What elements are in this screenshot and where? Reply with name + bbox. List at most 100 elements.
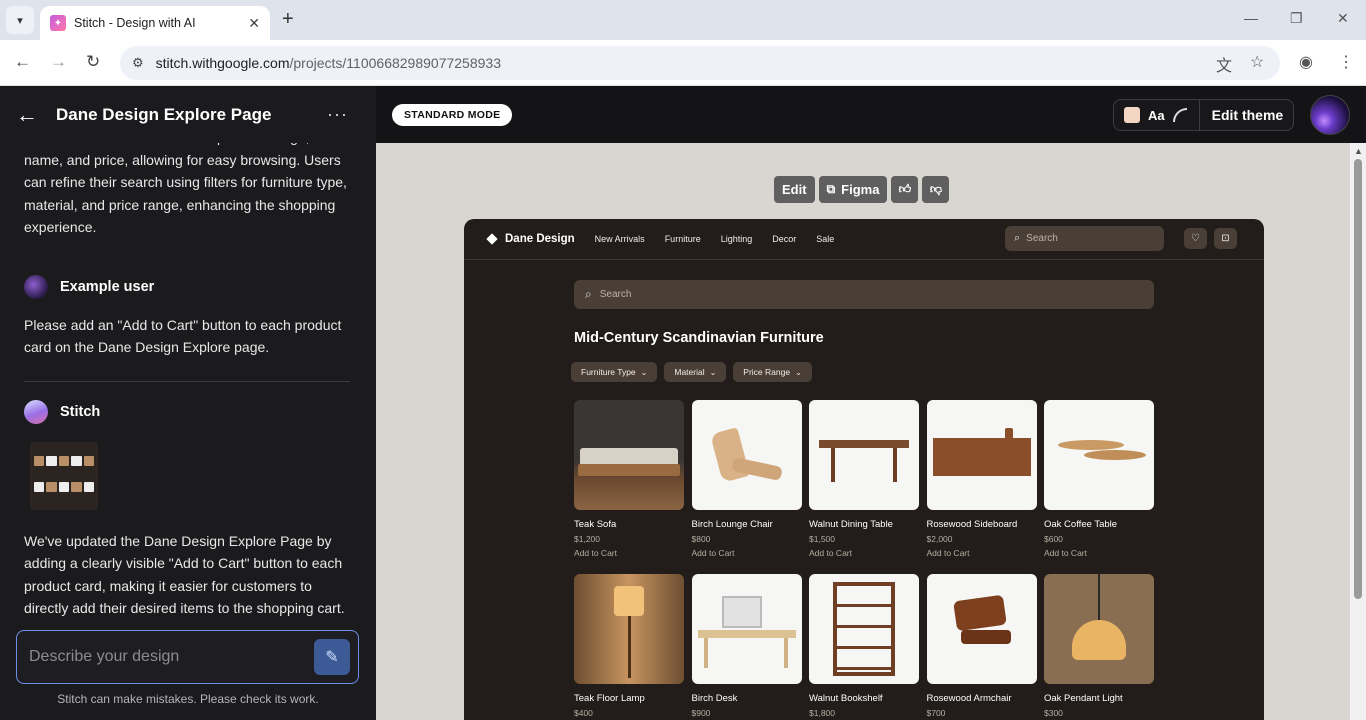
menu-kebab-icon[interactable]: ⋮ bbox=[1338, 52, 1354, 72]
heart-icon[interactable]: ♡ bbox=[1184, 228, 1207, 249]
nav-lighting[interactable]: Lighting bbox=[721, 234, 753, 244]
user-header: Example user bbox=[24, 274, 354, 299]
restore-icon[interactable]: ❐ bbox=[1290, 10, 1303, 27]
account-avatar[interactable] bbox=[1310, 95, 1350, 135]
product-image-rosewood-sideboard[interactable] bbox=[926, 400, 1037, 510]
product-image-walnut-bookshelf[interactable] bbox=[809, 574, 919, 684]
workspace-topbar: STANDARD MODE Aa Edit theme bbox=[376, 86, 1366, 143]
add-to-cart-button[interactable]: Add to Cart bbox=[574, 548, 684, 558]
color-swatch[interactable] bbox=[1124, 107, 1140, 123]
canvas-scrollbar[interactable]: ▲ bbox=[1350, 143, 1366, 720]
nav-furniture[interactable]: Furniture bbox=[665, 234, 701, 244]
figma-label: Figma bbox=[841, 182, 880, 197]
bot-header: Stitch bbox=[24, 399, 354, 424]
nav-decor[interactable]: Decor bbox=[772, 234, 796, 244]
product-card[interactable]: Teak Sofa $1,200 Add to Cart bbox=[574, 400, 684, 562]
tab-search-button[interactable]: ▾ bbox=[6, 6, 34, 34]
chat-panel: item is showcased with a clear product i… bbox=[0, 86, 376, 720]
url-text: stitch.withgoogle.com/projects/110066829… bbox=[155, 55, 501, 71]
product-image-birch-desk[interactable] bbox=[691, 574, 802, 684]
filter-material[interactable]: Material ⌄ bbox=[664, 362, 727, 382]
product-price: $1,200 bbox=[574, 534, 600, 544]
prompt-input[interactable]: Describe your design ✎ bbox=[16, 630, 359, 684]
product-image-oak-coffee-table[interactable] bbox=[1044, 400, 1154, 510]
product-card[interactable]: Oak Pendant Light $300 bbox=[1044, 574, 1154, 720]
design-thumbnail[interactable] bbox=[30, 441, 98, 510]
add-to-cart-button[interactable]: Add to Cart bbox=[927, 548, 1037, 558]
nav-search-input[interactable]: ⌕ Search bbox=[1005, 226, 1164, 251]
product-price: $2,000 bbox=[926, 534, 953, 544]
brand-name: Dane Design bbox=[505, 233, 575, 245]
close-tab-icon[interactable]: ✕ bbox=[248, 15, 260, 32]
back-arrow-icon[interactable]: ← bbox=[16, 102, 40, 128]
thumbs-down-icon[interactable]: 👎︎ bbox=[922, 176, 950, 203]
window-close-icon[interactable]: ✕ bbox=[1337, 10, 1349, 27]
back-icon[interactable]: ← bbox=[14, 52, 31, 72]
tab-title: Stitch - Design with AI bbox=[74, 16, 196, 30]
add-to-cart-button[interactable]: Add to Cart bbox=[809, 548, 919, 558]
translate-icon[interactable]: 文 bbox=[1216, 52, 1232, 76]
edit-theme-button[interactable]: Edit theme bbox=[1212, 107, 1284, 123]
product-name: Walnut Bookshelf bbox=[809, 693, 883, 704]
mode-badge[interactable]: STANDARD MODE bbox=[392, 104, 513, 126]
product-image-teak-sofa[interactable] bbox=[574, 400, 684, 510]
more-options-icon[interactable]: ··· bbox=[327, 104, 348, 125]
main-search-input[interactable]: ⌕ Search bbox=[574, 280, 1154, 309]
user-avatar bbox=[24, 274, 48, 299]
product-card[interactable]: Rosewood Sideboard $2,000 Add to Cart bbox=[926, 400, 1037, 562]
logo-icon bbox=[486, 233, 498, 245]
thumbs-up-icon[interactable]: 👍︎ bbox=[891, 176, 919, 203]
product-card[interactable]: Walnut Bookshelf $1,800 bbox=[809, 574, 919, 720]
font-icon[interactable]: Aa bbox=[1148, 108, 1165, 123]
reload-icon[interactable]: ↻ bbox=[86, 52, 100, 72]
profile-icon[interactable]: ◉ bbox=[1299, 52, 1313, 72]
browser-tab-bar: ▾ ✦ Stitch - Design with AI ✕ + — ❐ ✕ bbox=[0, 0, 1366, 40]
design-canvas[interactable]: Edit ⧉ Figma 👍︎ 👎︎ Dane Design New Arriva… bbox=[376, 143, 1350, 720]
product-name: Oak Coffee Table bbox=[1044, 519, 1118, 530]
canvas-toolbar: Edit ⧉ Figma 👍︎ 👎︎ bbox=[774, 176, 950, 203]
cart-icon[interactable]: ⊡ bbox=[1214, 228, 1237, 249]
product-image-oak-pendant-light[interactable] bbox=[1044, 574, 1154, 684]
chevron-down-icon: ⌄ bbox=[709, 367, 717, 377]
product-card[interactable]: Teak Floor Lamp $400 bbox=[574, 574, 684, 720]
site-brand[interactable]: Dane Design bbox=[486, 233, 575, 245]
new-tab-button[interactable]: + bbox=[282, 8, 294, 31]
add-to-cart-button[interactable]: Add to Cart bbox=[692, 548, 802, 558]
generate-wand-icon[interactable]: ✎ bbox=[314, 639, 350, 675]
scrollbar-thumb[interactable] bbox=[1354, 159, 1362, 599]
forward-icon[interactable]: → bbox=[50, 52, 67, 72]
design-preview: Dane Design New Arrivals Furniture Light… bbox=[464, 219, 1264, 720]
nav-new-arrivals[interactable]: New Arrivals bbox=[595, 234, 645, 244]
product-card[interactable]: Birch Lounge Chair $800 Add to Cart bbox=[691, 400, 802, 562]
site-info-icon[interactable]: ⚙ bbox=[132, 55, 144, 71]
product-image-birch-lounge-chair[interactable] bbox=[691, 400, 802, 510]
radius-icon[interactable] bbox=[1172, 108, 1187, 122]
bookmark-star-icon[interactable]: ☆ bbox=[1250, 52, 1264, 72]
edit-button[interactable]: Edit bbox=[774, 176, 815, 203]
product-name: Birch Desk bbox=[691, 693, 738, 704]
product-name: Rosewood Sideboard bbox=[926, 519, 1018, 530]
product-price: $600 bbox=[1044, 534, 1063, 544]
product-card[interactable]: Oak Coffee Table $600 Add to Cart bbox=[1044, 400, 1154, 562]
product-image-rosewood-armchair[interactable] bbox=[926, 574, 1037, 684]
product-price: $700 bbox=[926, 708, 946, 718]
product-image-teak-floor-lamp[interactable] bbox=[574, 574, 684, 684]
figma-button[interactable]: ⧉ Figma bbox=[818, 176, 888, 203]
nav-sale[interactable]: Sale bbox=[816, 234, 834, 244]
omnibox[interactable]: ⚙ stitch.withgoogle.com/projects/1100668… bbox=[120, 46, 1280, 80]
add-to-cart-button[interactable]: Add to Cart bbox=[1044, 548, 1154, 558]
browser-tab[interactable]: ✦ Stitch - Design with AI ✕ bbox=[40, 6, 270, 40]
prompt-placeholder[interactable]: Describe your design bbox=[29, 648, 314, 666]
product-price: $400 bbox=[574, 708, 593, 718]
filter-furniture-type[interactable]: Furniture Type ⌄ bbox=[571, 362, 658, 382]
product-card[interactable]: Birch Desk $900 bbox=[691, 574, 802, 720]
filter-price-range[interactable]: Price Range ⌄ bbox=[733, 362, 812, 382]
product-name: Teak Floor Lamp bbox=[574, 693, 645, 704]
product-image-walnut-dining-table[interactable] bbox=[809, 400, 919, 510]
product-card[interactable]: Walnut Dining Table $1,500 Add to Cart bbox=[809, 400, 919, 562]
user-message: Please add an "Add to Cart" button to ea… bbox=[24, 316, 342, 356]
scroll-up-arrow-icon[interactable]: ▲ bbox=[1354, 146, 1363, 156]
theme-controls[interactable]: Aa Edit theme bbox=[1113, 99, 1294, 131]
product-card[interactable]: Rosewood Armchair $700 bbox=[926, 574, 1037, 720]
minimize-icon[interactable]: — bbox=[1244, 10, 1258, 26]
